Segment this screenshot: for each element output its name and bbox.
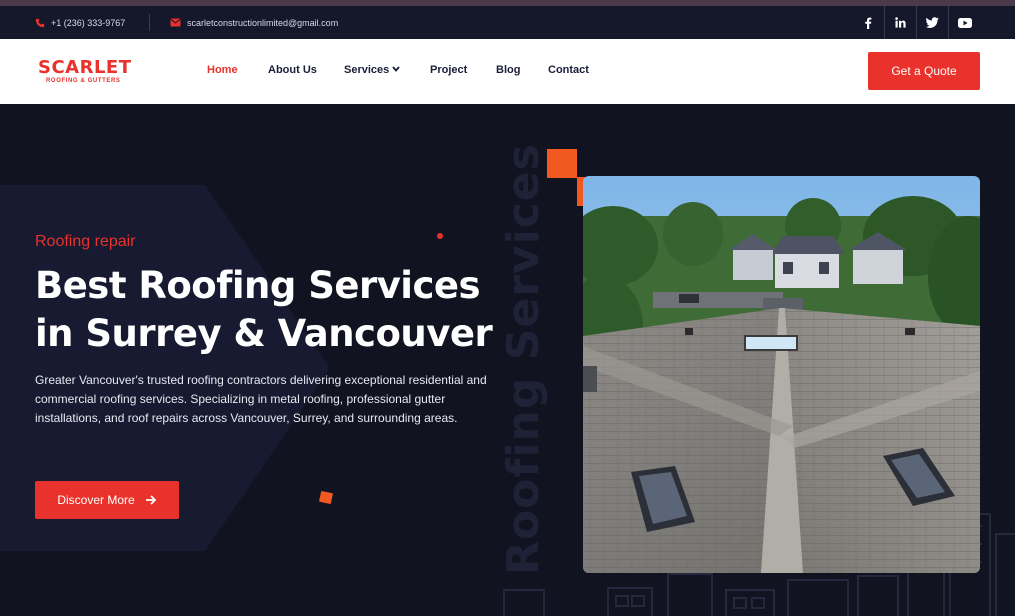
decorative-dot — [437, 233, 443, 239]
scarlet-logo[interactable]: SCARLET ROOFING & GUTTERS — [38, 59, 140, 85]
decorative-square — [547, 149, 577, 178]
main-navbar: SCARLET ROOFING & GUTTERS Home About Us … — [0, 39, 1015, 104]
nav-item-contact[interactable]: Contact — [548, 64, 589, 76]
nav-item-services-label: Services — [344, 64, 390, 76]
logo-wordmark: SCARLET — [38, 57, 132, 78]
phone-number: +1 (236) 333-9767 — [51, 17, 126, 28]
nav-item-project[interactable]: Project — [430, 64, 467, 76]
envelope-icon — [170, 18, 181, 27]
nav-item-about-us[interactable]: About Us — [268, 64, 317, 76]
get-a-quote-button[interactable]: Get a Quote — [868, 52, 980, 90]
nav-item-services[interactable]: Services — [344, 64, 401, 76]
social-links — [852, 6, 980, 39]
hero-eyebrow: Roofing repair — [35, 233, 136, 250]
phone-icon — [35, 18, 45, 27]
phone-contact[interactable]: +1 (236) 333-9767 — [35, 6, 125, 39]
facebook-icon[interactable] — [852, 6, 884, 39]
email-contact[interactable]: scarletconstructionlimited@gmail.com — [170, 6, 338, 39]
hero-title-line-1: Best Roofing Services — [35, 264, 481, 307]
hero-description: Greater Vancouver's trusted roofing cont… — [35, 373, 487, 425]
decorative-square-small — [318, 490, 334, 505]
hero-section: Roofing Services Roofing repair Best Roo… — [0, 104, 1015, 616]
arrow-right-icon — [145, 495, 156, 505]
hero-title-line-2: in Surrey & Vancouver — [35, 312, 493, 355]
topbar-divider — [149, 14, 150, 31]
hero-roof-photo — [583, 176, 980, 573]
email-address: scarletconstructionlimited@gmail.com — [187, 17, 339, 28]
nav-item-blog[interactable]: Blog — [496, 64, 520, 76]
discover-more-button[interactable]: Discover More — [35, 481, 179, 519]
nav-item-home[interactable]: Home — [207, 64, 238, 76]
linkedin-icon[interactable] — [884, 6, 916, 39]
chevron-down-icon — [392, 66, 401, 72]
top-bar: +1 (236) 333-9767 scarletconstructionlim… — [0, 6, 1015, 39]
discover-more-label: Discover More — [57, 493, 135, 507]
logo-subtitle: ROOFING & GUTTERS — [46, 78, 121, 84]
twitter-icon[interactable] — [916, 6, 948, 39]
youtube-icon[interactable] — [948, 6, 980, 39]
hero-title: Best Roofing Services in Surrey & Vancou… — [35, 262, 505, 358]
